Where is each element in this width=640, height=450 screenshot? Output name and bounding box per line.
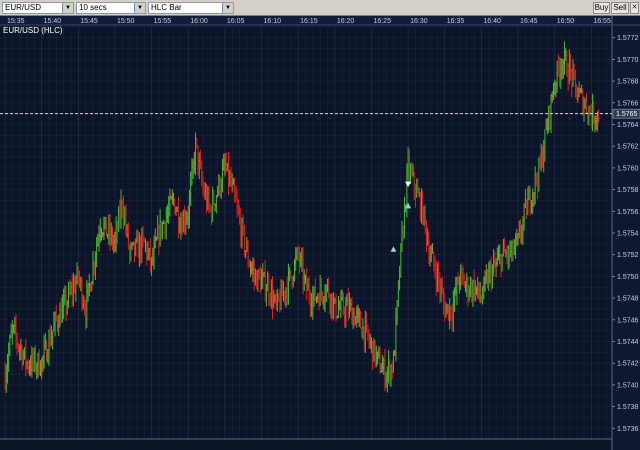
chevron-down-icon[interactable]: ▼ <box>62 3 73 13</box>
close-icon[interactable]: ✕ <box>630 2 639 14</box>
time-tick-label: 15:35 <box>7 18 25 25</box>
chevron-down-icon[interactable]: ▼ <box>222 3 233 13</box>
price-tick-label: 1.5744 <box>617 339 639 346</box>
price-tick-label: 1.5740 <box>617 382 639 389</box>
price-tick-label: 1.5746 <box>617 317 639 324</box>
interval-select[interactable]: 10 secs ▼ <box>76 2 146 14</box>
price-tick-label: 1.5772 <box>617 35 639 42</box>
time-tick-label: 16:30 <box>410 18 428 25</box>
price-tick-label: 1.5756 <box>617 209 639 216</box>
time-tick-label: 15:50 <box>117 18 135 25</box>
price-tick-label: 1.5738 <box>617 404 639 411</box>
time-axis: 15:35 15:40 15:45 15:50 15:55 16:00 16:05 16:10… <box>7 18 611 25</box>
time-tick-label: 16:45 <box>520 18 538 25</box>
time-tick-label: 16:15 <box>300 18 318 25</box>
price-tick-label: 1.5758 <box>617 187 639 194</box>
interval-select-value: 10 secs <box>79 3 107 12</box>
time-tick-label: 16:40 <box>483 18 501 25</box>
time-tick-label: 15:40 <box>44 18 62 25</box>
time-tick-label: 16:00 <box>190 18 208 25</box>
buy-button[interactable]: Buy <box>593 2 610 14</box>
chart-title: EUR/USD (HLC) <box>3 26 63 35</box>
time-tick-label: 16:50 <box>557 18 575 25</box>
price-tick-label: 1.5766 <box>617 100 639 107</box>
time-tick-label: 16:20 <box>337 18 355 25</box>
price-tick-label: 1.5750 <box>617 274 639 281</box>
price-tick-label: 1.5762 <box>617 144 639 151</box>
price-chart[interactable]: 15:35 15:40 15:45 15:50 15:55 16:00 16:05 16:10… <box>0 16 640 450</box>
price-tick-label: 1.5748 <box>617 296 639 303</box>
price-tick-label: 1.5736 <box>617 426 639 433</box>
time-tick-label: 16:10 <box>264 18 282 25</box>
time-tick-label: 15:45 <box>80 18 98 25</box>
time-tick-label: 15:55 <box>154 18 172 25</box>
price-tick-label: 1.5764 <box>617 122 639 129</box>
price-tick-label: 1.5742 <box>617 361 639 368</box>
price-tick-label: 1.5754 <box>617 231 639 238</box>
price-tick-label: 1.5752 <box>617 252 639 259</box>
chevron-down-icon[interactable]: ▼ <box>134 3 145 13</box>
symbol-select-value: EUR/USD <box>5 3 42 12</box>
current-price-label: 1.5765 <box>616 111 638 118</box>
time-tick-label: 16:35 <box>447 18 465 25</box>
price-tick-label: 1.5760 <box>617 165 639 172</box>
time-tick-label: 16:05 <box>227 18 245 25</box>
price-tick-label: 1.5768 <box>617 79 639 86</box>
sell-button[interactable]: Sell <box>611 2 629 14</box>
chart-style-select[interactable]: HLC Bar ▼ <box>148 2 234 14</box>
chart-toolbar: EUR/USD ▼ 10 secs ▼ HLC Bar ▼ Buy Sell ✕ <box>0 0 640 16</box>
time-tick-label: 16:55 <box>593 18 611 25</box>
symbol-select[interactable]: EUR/USD ▼ <box>2 2 74 14</box>
time-tick-label: 16:25 <box>373 18 391 25</box>
price-tick-label: 1.5770 <box>617 57 639 64</box>
chart-style-select-value: HLC Bar <box>151 3 182 12</box>
